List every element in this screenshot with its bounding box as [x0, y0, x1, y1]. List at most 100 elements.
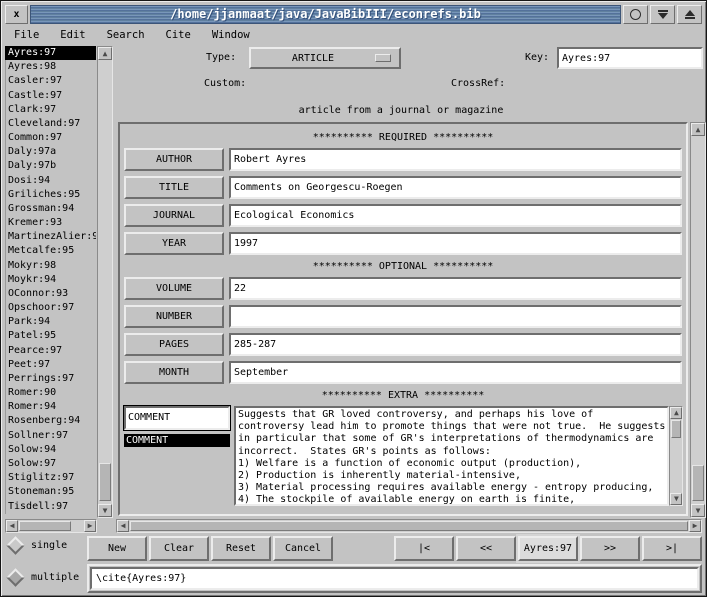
type-dropdown[interactable]: ARTICLE	[249, 47, 401, 69]
field-input[interactable]: Robert Ayres	[229, 148, 682, 171]
single-mode-radio[interactable]: single	[9, 539, 67, 552]
current-record-button[interactable]: Ayres:97	[518, 536, 578, 561]
clear-button[interactable]: Clear	[149, 536, 209, 561]
reference-list-item[interactable]: Daly:97b	[5, 159, 96, 173]
scroll-down-button[interactable]: ▼	[691, 504, 705, 517]
field-label-button[interactable]: NUMBER	[124, 305, 224, 328]
reference-list-item[interactable]: Rosenberg:94	[5, 414, 96, 428]
extra-field-name-input[interactable]: COMMENT	[124, 406, 230, 430]
new-button[interactable]: New	[87, 536, 147, 561]
reference-list-item[interactable]: Patel:95	[5, 329, 96, 343]
close-button[interactable]: x	[5, 5, 28, 24]
reference-list-item[interactable]: Ayres:97	[5, 46, 96, 60]
cancel-button[interactable]: Cancel	[273, 536, 333, 561]
titlebar-drag-area[interactable]: /home/jjanmaat/java/JavaBibIII/econrefs.…	[30, 5, 621, 24]
field-label-button[interactable]: YEAR	[124, 232, 224, 255]
multiple-mode-radio[interactable]: multiple	[9, 571, 79, 584]
field-input[interactable]: Ecological Economics	[229, 204, 682, 227]
comment-textarea[interactable]: Suggests that GR loved controversy, and …	[234, 406, 669, 506]
list-hscroll-thumb[interactable]	[19, 521, 71, 531]
comment-scrollbar[interactable]: ▲ ▼	[669, 406, 683, 506]
reference-list-item[interactable]: Stoneman:95	[5, 485, 96, 499]
field-input[interactable]	[229, 305, 682, 328]
scroll-down-button[interactable]: ▼	[98, 504, 112, 517]
scroll-down-button[interactable]: ▼	[670, 493, 682, 505]
scroll-left-button[interactable]: ◀	[6, 520, 18, 532]
field-input[interactable]: 22	[229, 277, 682, 300]
next-record-button[interactable]: >>	[580, 536, 640, 561]
extra-field-list[interactable]: COMMENT	[124, 434, 230, 506]
menu-item[interactable]: File	[14, 29, 39, 41]
field-label-button[interactable]: MONTH	[124, 361, 224, 384]
comment-scroll-thumb[interactable]	[671, 420, 681, 438]
reference-list-item[interactable]: Castle:97	[5, 89, 96, 103]
reference-list-item[interactable]: Cleveland:97	[5, 117, 96, 131]
reference-list-item[interactable]: Sollner:97	[5, 429, 96, 443]
main-vscroll-thumb[interactable]	[692, 465, 704, 501]
menu-item[interactable]: Window	[212, 29, 250, 41]
reference-list-item[interactable]: Daly:97a	[5, 145, 96, 159]
field-input[interactable]: Comments on Georgescu-Roegen	[229, 176, 682, 199]
field-input[interactable]: 1997	[229, 232, 682, 255]
list-horizontal-scrollbar[interactable]: ◀ ▶	[5, 519, 97, 533]
field-label-button[interactable]: VOLUME	[124, 277, 224, 300]
cite-input[interactable]: \cite{Ayres:97}	[90, 567, 699, 590]
reference-list[interactable]: Ayres:97Ayres:98Casler:97Castle:97Clark:…	[5, 46, 96, 514]
reference-list-item[interactable]: Common:97	[5, 131, 96, 145]
reference-list-item[interactable]: Solow:97	[5, 457, 96, 471]
reference-list-item[interactable]: Park:94	[5, 315, 96, 329]
reference-list-item[interactable]: Clark:97	[5, 103, 96, 117]
field-label-button[interactable]: PAGES	[124, 333, 224, 356]
field-label-button[interactable]: TITLE	[124, 176, 224, 199]
iconify-button[interactable]	[623, 5, 648, 24]
first-record-button[interactable]: |<	[394, 536, 454, 561]
field-input[interactable]: 285-287	[229, 333, 682, 356]
reference-list-item[interactable]: Stiglitz:97	[5, 471, 96, 485]
reference-list-item[interactable]: Griliches:95	[5, 188, 96, 202]
key-input[interactable]: Ayres:97	[557, 47, 703, 69]
previous-record-button[interactable]: <<	[456, 536, 516, 561]
scroll-right-button[interactable]: ▶	[84, 520, 96, 532]
maximize-button[interactable]	[677, 5, 702, 24]
reference-list-item[interactable]: Mokyr:98	[5, 259, 96, 273]
extra-field-list-item[interactable]: COMMENT	[124, 434, 230, 447]
reference-list-item[interactable]: Solow:94	[5, 443, 96, 457]
reference-list-item[interactable]: OConnor:93	[5, 287, 96, 301]
reference-list-item[interactable]: MartinezAlier:9	[5, 230, 96, 244]
scroll-left-button[interactable]: ◀	[117, 520, 129, 532]
titlebar[interactable]: x /home/jjanmaat/java/JavaBibIII/econref…	[5, 5, 702, 24]
reference-list-item[interactable]: Grossman:94	[5, 202, 96, 216]
main-vertical-scrollbar[interactable]: ▲ ▼	[690, 122, 706, 518]
reference-list-item[interactable]: Moykr:94	[5, 273, 96, 287]
scroll-up-button[interactable]: ▲	[98, 47, 112, 60]
reference-list-item[interactable]: Tisdell:97	[5, 500, 96, 514]
list-vertical-scrollbar[interactable]: ▲ ▼	[97, 46, 113, 518]
list-vscroll-thumb[interactable]	[99, 463, 111, 501]
reference-list-item[interactable]: Romer:94	[5, 400, 96, 414]
field-label-button[interactable]: JOURNAL	[124, 204, 224, 227]
reference-list-item[interactable]: Ayres:98	[5, 60, 96, 74]
reference-list-item[interactable]: Dosi:94	[5, 174, 96, 188]
reference-list-item[interactable]: Metcalfe:95	[5, 244, 96, 258]
scroll-up-button[interactable]: ▲	[691, 123, 705, 136]
field-input[interactable]: September	[229, 361, 682, 384]
reference-list-item[interactable]: Pearce:97	[5, 344, 96, 358]
main-hscroll-thumb[interactable]	[130, 521, 688, 531]
reference-list-item[interactable]: Casler:97	[5, 74, 96, 88]
menu-item[interactable]: Edit	[60, 29, 85, 41]
reference-list-item[interactable]: Perrings:97	[5, 372, 96, 386]
field-label-button[interactable]: AUTHOR	[124, 148, 224, 171]
reference-list-item[interactable]: Peet:97	[5, 358, 96, 372]
last-record-button[interactable]: >|	[642, 536, 702, 561]
reference-list-item[interactable]: Opschoor:97	[5, 301, 96, 315]
reset-button[interactable]: Reset	[211, 536, 271, 561]
shade-button[interactable]	[650, 5, 675, 24]
menu-item[interactable]: Search	[107, 29, 145, 41]
reference-list-item[interactable]: Romer:90	[5, 386, 96, 400]
scroll-right-button[interactable]: ▶	[689, 520, 701, 532]
main-horizontal-scrollbar[interactable]: ◀ ▶	[116, 519, 702, 533]
key-label: Key:	[525, 52, 549, 63]
reference-list-item[interactable]: Kremer:93	[5, 216, 96, 230]
menu-item[interactable]: Cite	[166, 29, 191, 41]
scroll-up-button[interactable]: ▲	[670, 407, 682, 419]
